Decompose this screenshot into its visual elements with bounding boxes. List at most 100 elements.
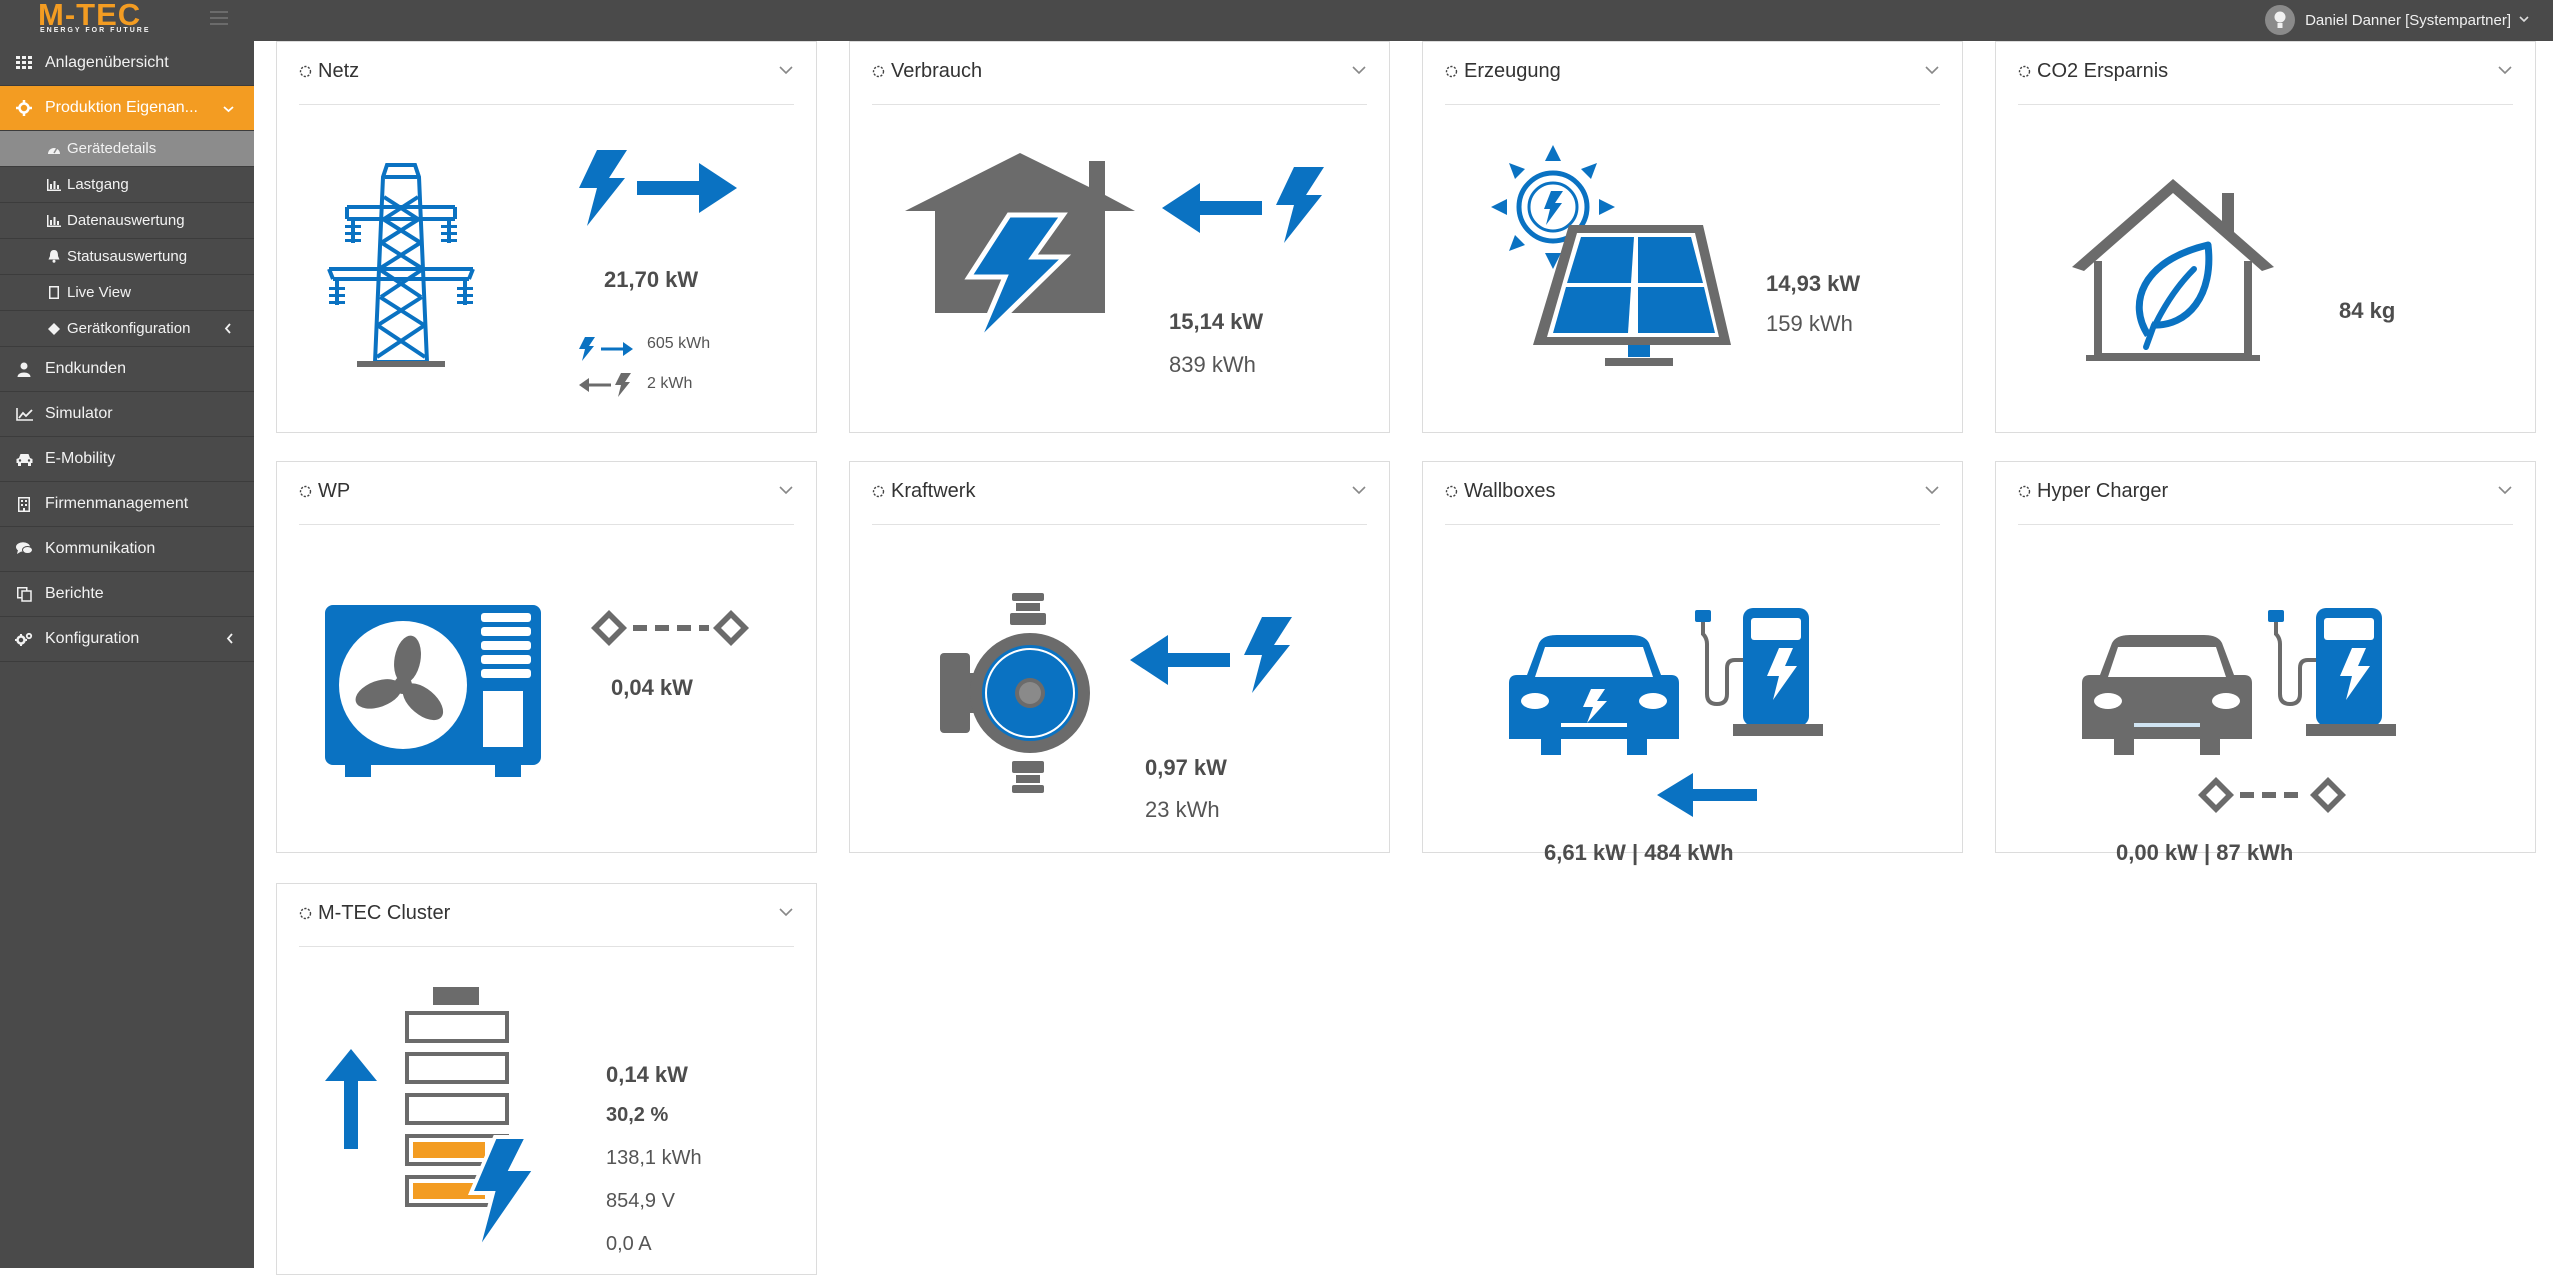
user-name: Daniel Danner [Systempartner] xyxy=(2305,11,2511,29)
sidebar-item-geraetedetails[interactable]: Gerätedetails xyxy=(0,131,254,167)
line-chart-icon xyxy=(14,407,34,421)
chevron-down-icon[interactable] xyxy=(778,904,794,920)
diamond-icon xyxy=(47,322,61,335)
menu-toggle-icon[interactable] xyxy=(210,9,228,32)
kraftwerk-energy-value: 23 kWh xyxy=(1145,797,1220,822)
sidebar-item-konfiguration[interactable]: Konfiguration xyxy=(0,617,254,662)
chevron-down-icon[interactable] xyxy=(1924,62,1940,78)
sidebar-item-live-view[interactable]: Live View xyxy=(0,275,254,311)
chevron-down-icon[interactable] xyxy=(2497,62,2513,78)
bell-icon xyxy=(47,250,61,263)
sidebar-item-geraetkonfiguration[interactable]: Gerätkonfiguration xyxy=(0,311,254,347)
chevron-down-icon[interactable] xyxy=(2497,482,2513,498)
avatar xyxy=(2265,5,2296,35)
card-wallboxes: Wallboxes 6,61 kW | 484 kWh xyxy=(1422,461,1963,865)
dashboard-icon xyxy=(47,143,61,155)
co2-value: 84 kg xyxy=(2339,298,2396,323)
chevron-down-icon[interactable] xyxy=(778,62,794,78)
sidebar-item-label: Kommunikation xyxy=(45,540,156,557)
cluster-voltage-value: 854,9 V xyxy=(606,1190,675,1212)
chevron-down-icon[interactable] xyxy=(1924,482,1940,498)
sidebar-item-statusauswertung[interactable]: Statusauswertung xyxy=(0,239,254,275)
hypercharger-summary-value: 0,00 kW | 87 kWh xyxy=(2116,840,2294,865)
house-lightning-icon xyxy=(905,153,1135,343)
user-menu[interactable]: Daniel Danner [Systempartner] xyxy=(2265,5,2529,35)
wallboxes-summary-value: 6,61 kW | 484 kWh xyxy=(1544,840,1734,865)
car-icon xyxy=(2082,635,2252,755)
spinner-icon xyxy=(1445,485,1458,498)
chevron-down-icon[interactable] xyxy=(1351,482,1367,498)
kraftwerk-power-value: 0,97 kW xyxy=(1145,755,1227,780)
card-title-text: Wallboxes xyxy=(1464,480,1556,502)
card-title: CO2 Ersparnis xyxy=(2018,60,2168,83)
sidebar-item-kommunikation[interactable]: Kommunikation xyxy=(0,527,254,572)
card-title: Wallboxes xyxy=(1445,480,1556,503)
arrow-left-icon xyxy=(1657,773,1757,817)
standby-link-icon xyxy=(2198,777,2346,813)
card-hyper-charger: Hyper Charger 0,00 kW | 87 kWh xyxy=(1995,461,2536,865)
car-icon xyxy=(14,453,34,466)
sidebar-item-label: Simulator xyxy=(45,405,113,422)
sidebar-item-e-mobility[interactable]: E-Mobility xyxy=(0,437,254,482)
sidebar-item-label: Anlagenübersicht xyxy=(45,54,169,71)
spinner-icon xyxy=(2018,485,2031,498)
sidebar-item-firmenmanagement[interactable]: Firmenmanagement xyxy=(0,482,254,527)
lightning-icon xyxy=(615,373,631,397)
sidebar-item-endkunden[interactable]: Endkunden xyxy=(0,347,254,392)
sidebar-item-label: Konfiguration xyxy=(45,630,140,647)
sidebar-item-lastgang[interactable]: Lastgang xyxy=(0,167,254,203)
charging-station-icon xyxy=(1695,608,1823,736)
chevron-down-icon[interactable] xyxy=(778,482,794,498)
m-tec-logo[interactable]: M-TEC ENERGY FOR FUTURE xyxy=(38,0,173,38)
logo-tagline: ENERGY FOR FUTURE xyxy=(40,27,151,34)
sidebar-item-label: Gerätedetails xyxy=(67,140,157,157)
chevron-left-icon xyxy=(224,321,232,337)
card-title: M-TEC Cluster xyxy=(299,902,450,925)
card-header: Netz xyxy=(299,42,794,105)
arrow-left-icon xyxy=(1130,635,1230,685)
sidebar-item-label: Lastgang xyxy=(67,176,129,193)
spinner-icon xyxy=(872,485,885,498)
card-header: WP xyxy=(299,462,794,525)
card-header: Wallboxes xyxy=(1445,462,1940,525)
verbrauch-energy-value: 839 kWh xyxy=(1169,352,1256,377)
power-tower-icon xyxy=(327,163,475,367)
sidebar-item-label: Produktion Eigenan... xyxy=(45,99,198,116)
sidebar-item-label: Datenauswertung xyxy=(67,212,185,229)
card-title: Verbrauch xyxy=(872,60,982,83)
sidebar-item-berichte[interactable]: Berichte xyxy=(0,572,254,617)
arrow-left-icon xyxy=(1162,183,1262,233)
battery-cell-fill xyxy=(413,1142,485,1158)
spinner-icon xyxy=(872,65,885,78)
building-icon xyxy=(14,496,34,512)
card-title: Kraftwerk xyxy=(872,480,975,503)
card-verbrauch: Verbrauch 15,14 kW 839 kWh xyxy=(849,41,1390,433)
card-header: Erzeugung xyxy=(1445,42,1940,105)
pump-icon xyxy=(940,593,1090,793)
lightning-icon xyxy=(1276,167,1324,243)
spinner-icon xyxy=(299,485,312,498)
sidebar-item-produktion[interactable]: Produktion Eigenan... xyxy=(0,86,254,131)
grid-icon xyxy=(14,56,34,70)
chevron-down-icon[interactable] xyxy=(1351,62,1367,78)
card-title: Netz xyxy=(299,60,359,83)
sidebar: Anlagenübersicht Produktion Eigenan... G… xyxy=(0,41,254,1268)
sidebar-item-anlagenuebersicht[interactable]: Anlagenübersicht xyxy=(0,41,254,86)
cluster-energy-value: 138,1 kWh xyxy=(606,1147,702,1169)
arrow-right-icon xyxy=(637,163,737,213)
electric-car-icon xyxy=(1509,635,1679,755)
sidebar-item-datenauswertung[interactable]: Datenauswertung xyxy=(0,203,254,239)
arrow-right-icon xyxy=(601,342,633,356)
card-m-tec-cluster: M-TEC Cluster 0,14 kW 30,2 % 138,1 kWh 8… xyxy=(276,883,817,1275)
cluster-power-value: 0,14 kW xyxy=(606,1062,688,1087)
netz-import-energy: 2 kWh xyxy=(647,375,693,392)
sidebar-item-label: Statusauswertung xyxy=(67,248,188,265)
card-header: Kraftwerk xyxy=(872,462,1367,525)
lightning-icon xyxy=(1244,617,1292,693)
file-icon xyxy=(47,286,61,299)
sidebar-item-simulator[interactable]: Simulator xyxy=(0,392,254,437)
bar-chart-icon xyxy=(47,178,61,191)
erzeugung-energy-value: 159 kWh xyxy=(1766,311,1853,336)
cogs-icon xyxy=(14,632,34,647)
card-erzeugung: Erzeugung 14,93 kW 159 kWh xyxy=(1422,41,1963,433)
